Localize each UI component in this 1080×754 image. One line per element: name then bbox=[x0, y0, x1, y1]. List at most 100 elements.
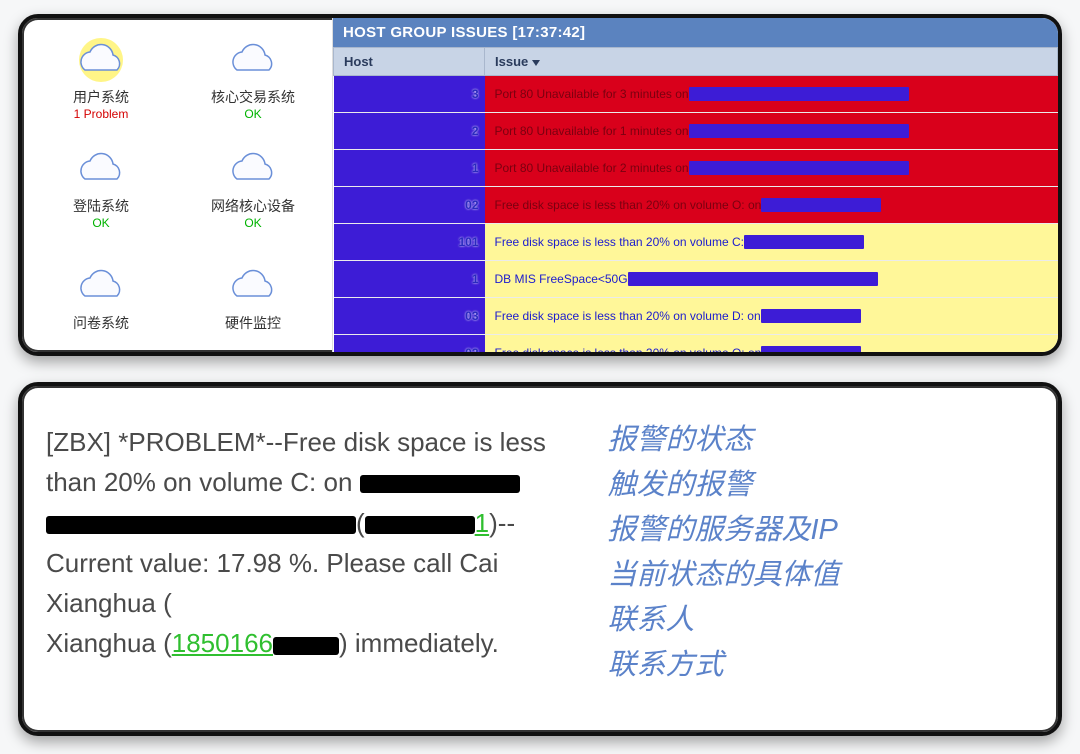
alert-message: [ZBX] *PROBLEM*--Free disk space is less… bbox=[46, 416, 583, 702]
redacted-bar bbox=[761, 198, 881, 212]
redacted-bar bbox=[744, 235, 864, 249]
status-item-network-core[interactable]: 网络核心设备 OK bbox=[178, 135, 328, 242]
cloud-icon bbox=[217, 264, 289, 309]
table-row[interactable]: 02 Free disk space is less than 20% on vo… bbox=[334, 187, 1058, 224]
dashboard-panel: 用户系统 1 Problem 核心交易系统 OK 登陆系统 OK 网络核心设备 … bbox=[18, 14, 1062, 356]
host-cell[interactable]: 2 bbox=[334, 113, 485, 150]
redacted-phone-tail bbox=[273, 637, 339, 655]
host-cell[interactable]: 03 bbox=[334, 298, 485, 335]
legend-line: 报警的状态 bbox=[607, 418, 1034, 463]
redacted-bar bbox=[689, 87, 909, 101]
host-cell[interactable]: 1 bbox=[334, 261, 485, 298]
status-item-user-system[interactable]: 用户系统 1 Problem bbox=[26, 26, 176, 133]
alert-paren-open: ( bbox=[356, 508, 365, 538]
status-sublabel: OK bbox=[92, 216, 109, 230]
status-label: 硬件监控 bbox=[225, 313, 281, 333]
sort-desc-icon bbox=[532, 60, 540, 66]
status-sublabel: OK bbox=[244, 216, 261, 230]
alert-legend: 报警的状态 触发的报警 报警的服务器及IP 当前状态的具体值 联系人 联系方式 bbox=[607, 416, 1034, 702]
table-row[interactable]: 03 Free disk space is less than 20% on vo… bbox=[334, 298, 1058, 335]
legend-line: 报警的服务器及IP bbox=[607, 508, 1034, 553]
redacted-bar bbox=[689, 124, 909, 138]
status-label: 问卷系统 bbox=[73, 313, 129, 333]
issue-cell[interactable]: Port 80 Unavailable for 1 minutes on bbox=[485, 113, 1058, 150]
issue-message: Port 80 Unavailable for 2 minutes on bbox=[495, 161, 689, 175]
status-item-survey-system[interactable]: 问卷系统 bbox=[26, 245, 176, 352]
legend-line: 当前状态的具体值 bbox=[607, 553, 1034, 598]
table-row[interactable]: 1 Port 80 Unavailable for 2 minutes on bbox=[334, 150, 1058, 187]
status-sublabel: OK bbox=[244, 107, 261, 121]
issue-message: Free disk space is less than 20% on volu… bbox=[495, 346, 762, 356]
redacted-bar bbox=[761, 309, 861, 323]
column-header-host-label: Host bbox=[344, 54, 373, 69]
issue-message: DB MIS FreeSpace<50G bbox=[495, 272, 628, 286]
table-row[interactable]: 02 Free disk space is less than 20% on vo… bbox=[334, 335, 1058, 357]
redacted-bar bbox=[628, 272, 878, 286]
cloud-icon bbox=[217, 38, 289, 83]
alert-paren-close: )-- bbox=[489, 508, 515, 538]
host-suffix: 3 bbox=[472, 87, 479, 101]
host-cell[interactable]: 02 bbox=[334, 335, 485, 357]
status-label: 网络核心设备 bbox=[211, 196, 295, 216]
issue-message: Free disk space is less than 20% on volu… bbox=[495, 235, 744, 249]
host-suffix: 1 bbox=[472, 161, 479, 175]
issue-message: Port 80 Unavailable for 3 minutes on bbox=[495, 87, 689, 101]
issue-message: Port 80 Unavailable for 1 minutes on bbox=[495, 124, 689, 138]
issue-message: Free disk space is less than 20% on volu… bbox=[495, 309, 761, 323]
alert-phone-partial[interactable]: 1850166 bbox=[172, 628, 273, 658]
issue-cell[interactable]: Port 80 Unavailable for 3 minutes on bbox=[485, 76, 1058, 113]
redacted-bar bbox=[761, 346, 861, 356]
column-header-issue[interactable]: Issue bbox=[485, 48, 1058, 76]
legend-line: 触发的报警 bbox=[607, 463, 1034, 508]
host-suffix: 101 bbox=[458, 235, 478, 249]
host-cell[interactable]: 02 bbox=[334, 187, 485, 224]
issues-title: HOST GROUP ISSUES [17:37:42] bbox=[333, 18, 1058, 47]
table-row[interactable]: 101 Free disk space is less than 20% on v… bbox=[334, 224, 1058, 261]
alert-current-label: Current value: bbox=[46, 548, 217, 578]
status-label: 用户系统 bbox=[73, 87, 129, 107]
host-cell[interactable]: 1 bbox=[334, 150, 485, 187]
status-sublabel: 1 Problem bbox=[74, 107, 129, 121]
redacted-ip bbox=[365, 516, 475, 534]
redacted-url bbox=[46, 516, 356, 534]
issues-tbody: 3 Port 80 Unavailable for 3 minutes on 2 P… bbox=[334, 76, 1058, 357]
table-row[interactable]: 2 Port 80 Unavailable for 1 minutes on bbox=[334, 113, 1058, 150]
issue-cell[interactable]: DB MIS FreeSpace<50G bbox=[485, 261, 1058, 298]
host-cell[interactable]: 101 bbox=[334, 224, 485, 261]
cloud-icon bbox=[65, 264, 137, 309]
table-row[interactable]: 3 Port 80 Unavailable for 3 minutes on bbox=[334, 76, 1058, 113]
table-row[interactable]: 1 DB MIS FreeSpace<50G bbox=[334, 261, 1058, 298]
alert-visible-digit: 1 bbox=[475, 508, 489, 538]
redacted-bar bbox=[689, 161, 909, 175]
redacted-host bbox=[360, 475, 520, 493]
cloud-icon bbox=[217, 147, 289, 192]
host-suffix: 1 bbox=[472, 272, 479, 286]
host-suffix: 2 bbox=[472, 124, 479, 138]
status-item-core-trading[interactable]: 核心交易系统 OK bbox=[178, 26, 328, 133]
column-header-host[interactable]: Host bbox=[334, 48, 485, 76]
cloud-icon bbox=[65, 38, 137, 83]
alert-tail: ) immediately. bbox=[339, 628, 499, 658]
status-grid: 用户系统 1 Problem 核心交易系统 OK 登陆系统 OK 网络核心设备 … bbox=[22, 18, 332, 352]
status-label: 登陆系统 bbox=[73, 196, 129, 216]
host-suffix: 03 bbox=[465, 309, 478, 323]
status-item-login-system[interactable]: 登陆系统 OK bbox=[26, 135, 176, 242]
issue-cell[interactable]: Free disk space is less than 20% on volu… bbox=[485, 298, 1058, 335]
legend-line: 联系人 bbox=[607, 598, 1034, 643]
issue-cell[interactable]: Free disk space is less than 20% on volu… bbox=[485, 187, 1058, 224]
host-cell[interactable]: 3 bbox=[334, 76, 485, 113]
status-label: 核心交易系统 bbox=[211, 87, 295, 107]
issue-cell[interactable]: Port 80 Unavailable for 2 minutes on bbox=[485, 150, 1058, 187]
alert-detail-panel: [ZBX] *PROBLEM*--Free disk space is less… bbox=[18, 382, 1062, 736]
alert-current-value: 17.98 % bbox=[217, 548, 312, 578]
status-item-hardware-monitor[interactable]: 硬件监控 bbox=[178, 245, 328, 352]
host-suffix: 02 bbox=[465, 346, 478, 356]
legend-line: 联系方式 bbox=[607, 643, 1034, 688]
issue-cell[interactable]: Free disk space is less than 20% on volu… bbox=[485, 335, 1058, 357]
alert-redacted-link[interactable] bbox=[46, 508, 356, 538]
column-header-issue-label: Issue bbox=[495, 54, 528, 69]
cloud-icon bbox=[65, 147, 137, 192]
issue-cell[interactable]: Free disk space is less than 20% on volu… bbox=[485, 224, 1058, 261]
issue-message: Free disk space is less than 20% on volu… bbox=[495, 198, 762, 212]
issues-table: Host Issue 3 Port 80 Unavailable for 3 mi… bbox=[333, 47, 1058, 356]
